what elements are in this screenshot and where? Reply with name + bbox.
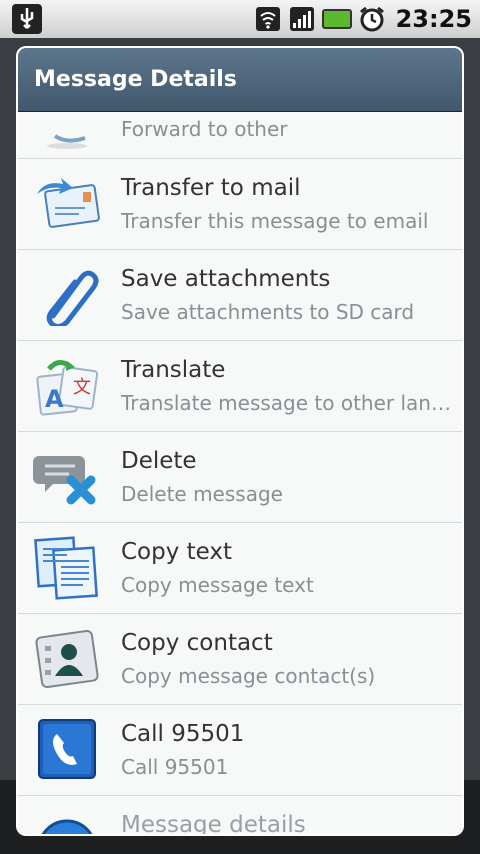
contact-card-icon [33, 628, 101, 690]
forward-icon [33, 93, 101, 155]
item-subtitle: Forward to other [121, 117, 288, 141]
battery-icon [321, 9, 352, 29]
list-item-message-details[interactable]: Message details [18, 796, 462, 834]
translate-icon: A文 [33, 355, 101, 417]
item-subtitle: Copy message contact(s) [121, 664, 376, 688]
phone-icon [33, 719, 101, 781]
dialog-title: Message Details [34, 67, 237, 92]
list-item-transfer-to-mail[interactable]: Transfer to mail Transfer this message t… [18, 159, 462, 250]
list-item-forward[interactable]: Forward to other [18, 113, 462, 159]
item-subtitle: Transfer this message to email [121, 209, 429, 233]
item-subtitle: Copy message text [121, 573, 314, 597]
usb-icon [12, 4, 42, 34]
item-subtitle: Call 95501 [121, 755, 229, 779]
item-title: Delete [121, 448, 197, 474]
mail-transfer-icon [33, 173, 101, 235]
copy-text-icon [33, 536, 101, 600]
item-title: Copy contact [121, 630, 273, 656]
item-subtitle: Save attachments to SD card [121, 300, 415, 324]
item-subtitle: Translate message to other langu... [121, 391, 451, 415]
delete-message-icon [33, 446, 101, 508]
svg-text:A: A [45, 385, 64, 413]
item-title: Transfer to mail [121, 175, 301, 201]
item-title: Message details [121, 812, 306, 834]
item-title: Translate [121, 357, 226, 383]
item-title: Copy text [121, 539, 233, 565]
clock: 23:25 [395, 5, 472, 33]
paperclip-icon [33, 264, 101, 326]
signal-icon [289, 7, 314, 31]
list-item-copy-text[interactable]: Copy text Copy message text [18, 523, 462, 614]
options-list[interactable]: Forward to other Transfer to mail Transf… [18, 113, 462, 834]
list-item-translate[interactable]: A文 Translate Translate message to other … [18, 341, 462, 432]
info-icon [33, 810, 101, 834]
alarm-icon [359, 6, 384, 32]
item-title: Save attachments [121, 266, 331, 292]
list-item-delete[interactable]: Delete Delete message [18, 432, 462, 523]
wifi-icon [255, 7, 280, 31]
status-bar: 23:25 [0, 0, 480, 39]
item-title: Call 95501 [121, 721, 245, 747]
list-item-call[interactable]: Call 95501 Call 95501 [18, 705, 462, 796]
list-item-save-attachments[interactable]: Save attachments Save attachments to SD … [18, 250, 462, 341]
svg-text:文: 文 [73, 377, 91, 398]
message-details-dialog: Message Details Forward to other Transfe… [18, 48, 462, 834]
list-item-copy-contact[interactable]: Copy contact Copy message contact(s) [18, 614, 462, 705]
item-subtitle: Delete message [121, 482, 283, 506]
